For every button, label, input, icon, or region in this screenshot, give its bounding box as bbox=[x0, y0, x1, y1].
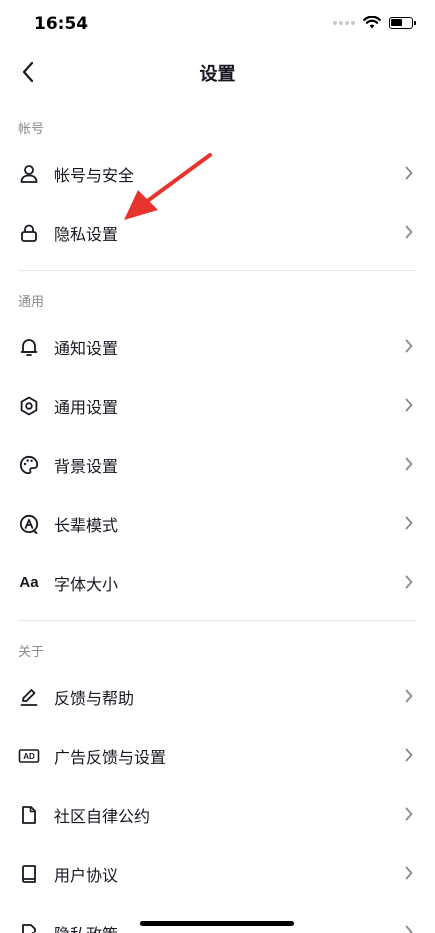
settings-item-label: 背景设置 bbox=[54, 456, 119, 476]
settings-item-general-settings[interactable]: 通用设置 bbox=[0, 376, 435, 435]
chevron-right-icon bbox=[403, 165, 415, 181]
settings-item-label: 社区自律公约 bbox=[54, 806, 151, 826]
lock-icon bbox=[18, 222, 40, 244]
home-indicator bbox=[140, 921, 294, 926]
settings-item-privacy-settings[interactable]: 隐私设置 bbox=[0, 203, 435, 262]
chevron-right-icon bbox=[403, 397, 415, 413]
chevron-right-icon bbox=[403, 865, 415, 881]
elder-mode-icon bbox=[18, 513, 40, 535]
status-bar: 16:54 bbox=[0, 0, 435, 50]
pen-icon bbox=[18, 686, 40, 708]
chevron-right-icon bbox=[403, 924, 415, 933]
settings-item-privacy-policy[interactable]: 隐私政策 bbox=[0, 903, 435, 933]
bell-icon bbox=[18, 336, 40, 358]
chevron-right-icon bbox=[403, 574, 415, 590]
wifi-icon bbox=[363, 16, 381, 29]
settings-item-background-settings[interactable]: 背景设置 bbox=[0, 435, 435, 494]
privacy-document-icon bbox=[18, 922, 40, 933]
gear-icon bbox=[18, 395, 40, 417]
status-time: 16:54 bbox=[34, 14, 89, 34]
document-icon bbox=[18, 804, 40, 826]
settings-item-feedback-help[interactable]: 反馈与帮助 bbox=[0, 667, 435, 726]
settings-item-label: 用户协议 bbox=[54, 865, 119, 885]
section-divider bbox=[18, 620, 417, 621]
ad-icon: AD bbox=[18, 745, 40, 767]
section-divider bbox=[18, 270, 417, 271]
settings-list: 帐号 帐号与安全 隐私设置 通用 通知设置 通用设置 背景设置 长辈模式 Aa … bbox=[0, 110, 435, 933]
navigation-bar: 设置 bbox=[0, 50, 435, 94]
chevron-right-icon bbox=[403, 224, 415, 240]
settings-item-notification-settings[interactable]: 通知设置 bbox=[0, 317, 435, 376]
font-size-icon: Aa bbox=[19, 574, 39, 591]
settings-item-label: 反馈与帮助 bbox=[54, 688, 135, 708]
page-title: 设置 bbox=[199, 64, 236, 85]
section-header-general: 通用 bbox=[18, 295, 45, 310]
chevron-right-icon bbox=[403, 338, 415, 354]
settings-item-label: 通知设置 bbox=[54, 338, 119, 358]
settings-item-font-size[interactable]: Aa 字体大小 bbox=[0, 553, 435, 612]
settings-item-label: 通用设置 bbox=[54, 397, 119, 417]
settings-item-elder-mode[interactable]: 长辈模式 bbox=[0, 494, 435, 553]
status-icons bbox=[333, 16, 416, 29]
settings-screen: 16:54 设置 帐号 帐号与安全 隐私设置 通用 通知设置 通用设置 背景设置… bbox=[0, 0, 435, 933]
settings-item-user-agreement[interactable]: 用户协议 bbox=[0, 844, 435, 903]
settings-item-label: 字体大小 bbox=[54, 574, 119, 594]
chevron-right-icon bbox=[403, 515, 415, 531]
settings-item-label: 长辈模式 bbox=[54, 515, 119, 535]
chevron-right-icon bbox=[403, 688, 415, 704]
chevron-right-icon bbox=[403, 456, 415, 472]
svg-text:AD: AD bbox=[23, 752, 35, 761]
settings-item-label: 广告反馈与设置 bbox=[54, 747, 167, 767]
settings-item-label: 帐号与安全 bbox=[54, 165, 135, 185]
settings-item-account-security[interactable]: 帐号与安全 bbox=[0, 144, 435, 203]
settings-item-ad-feedback[interactable]: AD 广告反馈与设置 bbox=[0, 726, 435, 785]
palette-icon bbox=[18, 454, 40, 476]
section-header-about: 关于 bbox=[18, 645, 45, 660]
chevron-right-icon bbox=[403, 806, 415, 822]
battery-icon bbox=[389, 16, 416, 29]
settings-item-label: 隐私政策 bbox=[54, 921, 118, 933]
cellular-signal-icon bbox=[333, 20, 355, 25]
settings-item-community-guidelines[interactable]: 社区自律公约 bbox=[0, 785, 435, 844]
book-icon bbox=[18, 863, 40, 885]
chevron-right-icon bbox=[403, 747, 415, 763]
section-header-account: 帐号 bbox=[18, 122, 45, 137]
settings-item-label: 隐私设置 bbox=[54, 224, 119, 244]
person-icon bbox=[18, 163, 40, 185]
